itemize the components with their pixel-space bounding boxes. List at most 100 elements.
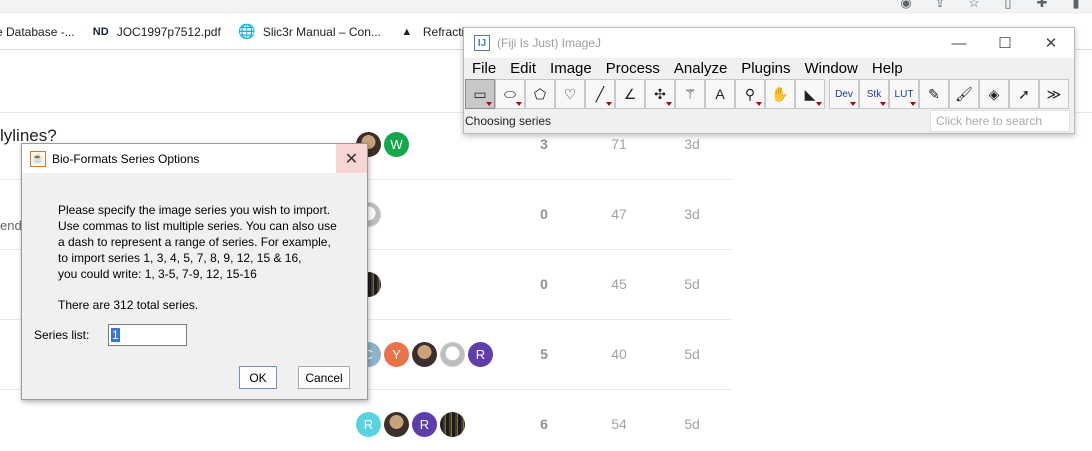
browser-toolbar: ◉ ⇪ ☆ ▯ ✚ ▮ bbox=[0, 0, 1092, 14]
line-icon: ╱ bbox=[595, 85, 605, 102]
replies-count: 0 bbox=[540, 276, 548, 292]
bookmark-database[interactable]: e Database -... bbox=[0, 25, 75, 39]
imagej-window: IJ (Fiji Is Just) ImageJ — ☐ ✕ File Edit I… bbox=[463, 27, 1075, 134]
submenu-indicator-icon bbox=[606, 102, 612, 106]
submenu-indicator-icon bbox=[910, 102, 916, 106]
submenu-indicator-icon bbox=[666, 102, 672, 106]
menu-edit[interactable]: Edit bbox=[510, 60, 536, 77]
pencil-icon: ✎ bbox=[928, 85, 940, 102]
avatar[interactable]: R bbox=[356, 412, 381, 437]
replies-count: 5 bbox=[540, 346, 548, 362]
extension-page-icon[interactable]: ▯ bbox=[1000, 0, 1016, 11]
submenu-indicator-icon bbox=[486, 102, 492, 106]
brush-tool[interactable]: 🖌 bbox=[949, 79, 979, 109]
avatar-group: RR bbox=[356, 412, 465, 437]
wand-icon: ⚚ bbox=[683, 85, 697, 102]
sidebar-icon[interactable]: ▮ bbox=[1068, 0, 1084, 11]
menu-file[interactable]: File bbox=[472, 60, 496, 77]
menu-process[interactable]: Process bbox=[606, 60, 660, 77]
submenu-indicator-icon bbox=[850, 102, 856, 106]
activity-age[interactable]: 5d bbox=[672, 276, 712, 292]
bio-formats-dialog: ☕ Bio-Formats Series Options ✕ Please sp… bbox=[21, 143, 368, 400]
angle-tool[interactable]: ∠ bbox=[615, 79, 645, 109]
activity-age[interactable]: 3d bbox=[672, 136, 712, 152]
window-controls: — ☐ ✕ bbox=[936, 28, 1074, 58]
imagej-titlebar[interactable]: IJ (Fiji Is Just) ImageJ — ☐ ✕ bbox=[464, 28, 1074, 58]
puzzle-icon[interactable]: ✚ bbox=[1034, 0, 1050, 11]
triangle-logo-icon: ▲ bbox=[401, 25, 413, 38]
lut-icon: LUT bbox=[894, 88, 914, 100]
more-tools[interactable]: ≫ bbox=[1039, 79, 1069, 109]
dev-icon: Dev bbox=[835, 88, 853, 100]
minimize-icon[interactable]: — bbox=[936, 28, 982, 58]
avatar[interactable] bbox=[440, 412, 465, 437]
menu-plugins[interactable]: Plugins bbox=[741, 60, 790, 77]
browser-toolbar-icons: ◉ ⇪ ☆ ▯ ✚ ▮ bbox=[898, 0, 1084, 11]
avatar[interactable]: W bbox=[384, 132, 409, 157]
menu-analyze[interactable]: Analyze bbox=[674, 60, 727, 77]
maximize-icon[interactable]: ☐ bbox=[982, 28, 1028, 58]
zoom-tool[interactable]: ⚲ bbox=[735, 79, 765, 109]
dialog-titlebar[interactable]: ☕ Bio-Formats Series Options ✕ bbox=[22, 144, 367, 173]
avatar[interactable] bbox=[440, 342, 465, 367]
search-input[interactable]: Click here to search bbox=[930, 110, 1070, 132]
hand-tool[interactable]: ✋ bbox=[765, 79, 795, 109]
bookmark-slic3r[interactable]: 🌐 Slic3r Manual – Con... bbox=[238, 23, 381, 40]
lut-tool[interactable]: LUT bbox=[889, 79, 919, 109]
hand-icon: ✋ bbox=[771, 85, 789, 102]
rectangle-icon: ▭ bbox=[473, 85, 487, 102]
mores-icon: ≫ bbox=[1046, 85, 1062, 102]
oval-tool[interactable]: ⬭ bbox=[495, 79, 525, 109]
avatar[interactable]: R bbox=[412, 412, 437, 437]
point-icon: ✣ bbox=[654, 85, 666, 102]
avatar[interactable]: Y bbox=[384, 342, 409, 367]
dropper-icon: ◣ bbox=[804, 85, 816, 102]
menu-window[interactable]: Window bbox=[805, 60, 858, 77]
polygon-tool[interactable]: ⬠ bbox=[525, 79, 555, 109]
dialog-title: Bio-Formats Series Options bbox=[52, 151, 200, 166]
flood-fill-tool[interactable]: ◈ bbox=[979, 79, 1009, 109]
rectangle-tool[interactable]: ▭ bbox=[465, 79, 495, 109]
point-tool[interactable]: ✣ bbox=[645, 79, 675, 109]
menu-help[interactable]: Help bbox=[872, 60, 903, 77]
arrow-tool[interactable]: ➚ bbox=[1009, 79, 1039, 109]
polygon-icon: ⬠ bbox=[533, 85, 547, 102]
wand-tool[interactable]: ⚚ bbox=[675, 79, 705, 109]
series-list-input[interactable]: 1 bbox=[108, 324, 187, 346]
menu-image[interactable]: Image bbox=[550, 60, 592, 77]
bookmark-label: Slic3r Manual – Con... bbox=[262, 24, 381, 39]
avatar[interactable] bbox=[384, 412, 409, 437]
cast-icon[interactable]: ◉ bbox=[898, 0, 914, 11]
series-list-value: 1 bbox=[111, 328, 120, 342]
imagej-menubar: File Edit Image Process Analyze Plugins Window… bbox=[464, 58, 909, 78]
imagej-status: Choosing series bbox=[465, 114, 552, 128]
star-icon[interactable]: ☆ bbox=[966, 0, 982, 11]
avatar[interactable]: R bbox=[468, 342, 493, 367]
freehand-icon: ♡ bbox=[563, 85, 577, 102]
close-icon[interactable]: ✕ bbox=[1028, 28, 1074, 58]
brush-icon: 🖌 bbox=[955, 85, 973, 102]
avatar[interactable] bbox=[412, 342, 437, 367]
activity-age[interactable]: 5d bbox=[672, 346, 712, 362]
dev-tool[interactable]: Dev bbox=[829, 79, 859, 109]
text-tool[interactable]: A bbox=[705, 79, 735, 109]
text-icon: A bbox=[715, 86, 725, 102]
cancel-button[interactable]: Cancel bbox=[298, 366, 350, 389]
share-icon[interactable]: ⇪ bbox=[932, 0, 948, 11]
submenu-indicator-icon bbox=[516, 102, 522, 106]
dropper-tool[interactable]: ◣ bbox=[795, 79, 825, 109]
close-icon[interactable]: ✕ bbox=[336, 144, 367, 173]
stk-tool[interactable]: Stk bbox=[859, 79, 889, 109]
activity-age[interactable]: 3d bbox=[672, 206, 712, 222]
total-series-text: There are 312 total series. bbox=[58, 298, 199, 312]
flood-fill-icon: ◈ bbox=[988, 85, 1000, 102]
bookmark-joc-pdf[interactable]: ND JOC1997p7512.pdf bbox=[93, 24, 221, 40]
ok-button[interactable]: OK bbox=[239, 366, 277, 389]
activity-age[interactable]: 5d bbox=[672, 416, 712, 432]
freehand-tool[interactable]: ♡ bbox=[555, 79, 585, 109]
line-tool[interactable]: ╱ bbox=[585, 79, 615, 109]
pencil-tool[interactable]: ✎ bbox=[919, 79, 949, 109]
series-list-label: Series list: bbox=[34, 328, 90, 342]
bookmark-label: e Database -... bbox=[0, 24, 75, 39]
views-count: 40 bbox=[611, 346, 627, 362]
